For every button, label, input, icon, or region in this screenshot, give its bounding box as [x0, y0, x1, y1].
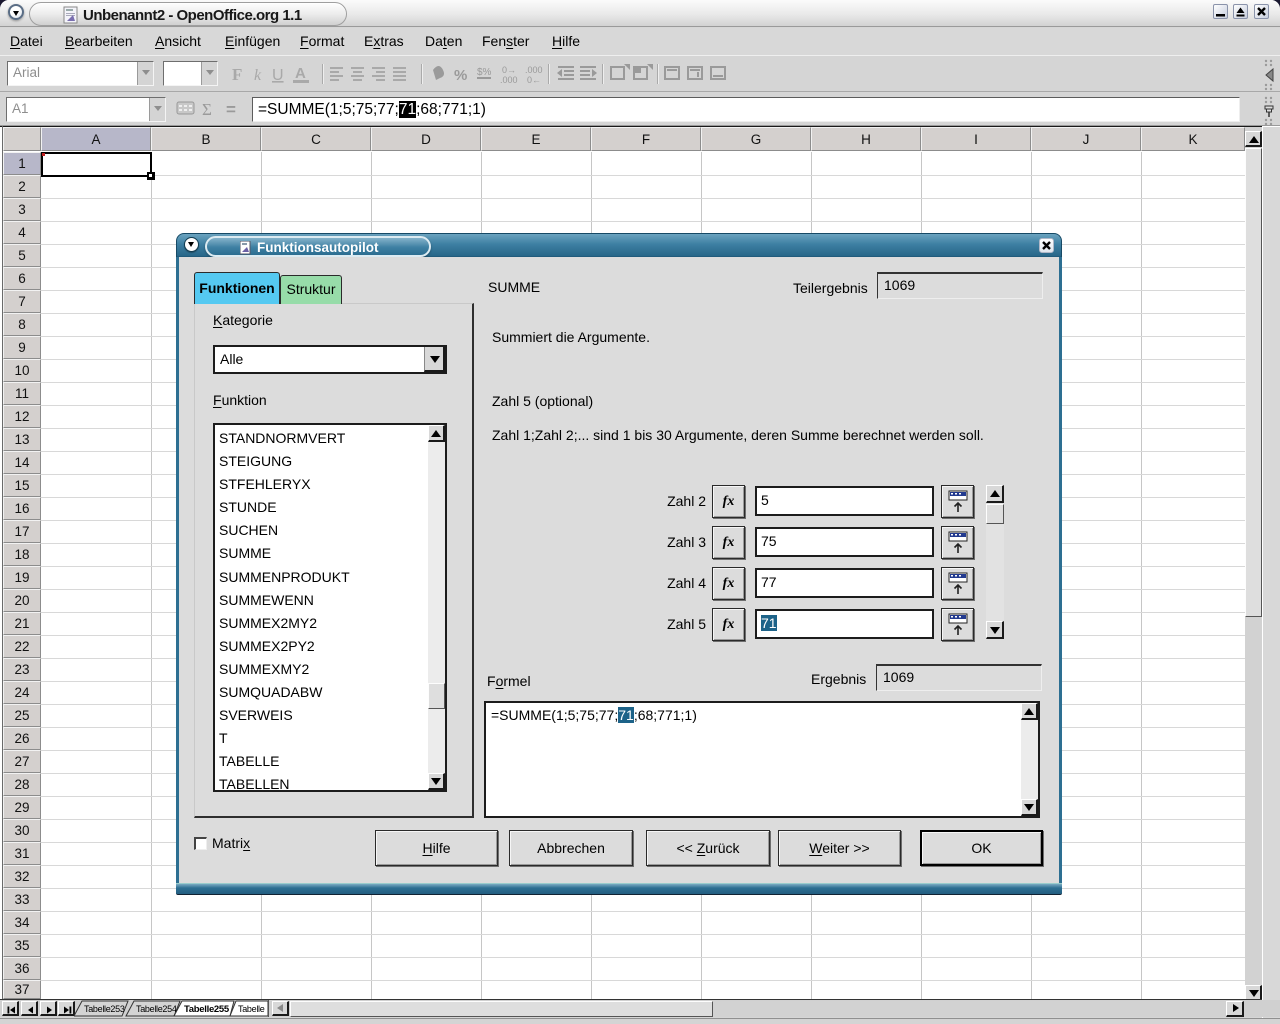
svg-text:Tabelle254: Tabelle254 [136, 1004, 177, 1014]
svg-text:0→: 0→ [502, 65, 516, 75]
svg-text:=: = [226, 100, 236, 119]
svg-text:Tabelle255: Tabelle255 [184, 1004, 230, 1015]
svg-text:.000: .000 [525, 65, 543, 75]
svg-text:Tabelle253: Tabelle253 [84, 1004, 125, 1014]
svg-text:0←: 0← [527, 75, 541, 85]
svg-text:Tabelle: Tabelle [238, 1004, 265, 1014]
svg-text:$%: $% [477, 67, 492, 78]
svg-text:U: U [272, 67, 284, 84]
svg-text:A: A [295, 65, 306, 82]
svg-text:F: F [232, 65, 242, 84]
svg-text:k: k [254, 67, 262, 84]
svg-text:Σ: Σ [202, 100, 212, 119]
svg-text:%: % [454, 67, 467, 84]
svg-text:.000: .000 [500, 75, 518, 85]
